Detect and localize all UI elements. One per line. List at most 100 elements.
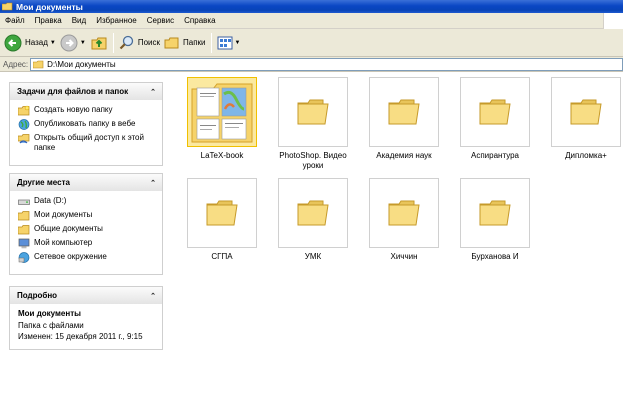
computer-icon: [18, 238, 30, 249]
windows-logo-area: [603, 13, 623, 29]
folder-thumbnail: [187, 178, 257, 248]
chevron-down-icon[interactable]: ▼: [235, 40, 241, 46]
place-network[interactable]: Сетевое окружение: [18, 252, 158, 263]
folder-icon: [479, 99, 511, 125]
folder-thumbnail: [369, 178, 439, 248]
new-folder-icon: [18, 105, 30, 116]
folder-icon: [388, 99, 420, 125]
folders-icon: [164, 37, 179, 48]
folder-label: Дипломка+: [565, 151, 607, 160]
folder-label: LaTeX-book: [200, 151, 244, 160]
place-label: Data (D:): [34, 196, 67, 205]
menu-tools[interactable]: Сервис: [142, 16, 179, 25]
folders-button[interactable]: Папки: [162, 32, 208, 54]
chevron-down-icon[interactable]: ▼: [50, 40, 56, 46]
folder-label: Хиччин: [390, 252, 418, 261]
folders-label: Папки: [183, 38, 206, 47]
folder-preview-icon: [191, 83, 253, 143]
search-label: Поиск: [137, 38, 160, 47]
collapse-icon[interactable]: ⌃: [150, 179, 156, 187]
folder-label: Бурханова И: [471, 252, 519, 261]
folder-item-burkhanova[interactable]: Бурханова И: [450, 178, 540, 262]
folder-item-hicchin[interactable]: Хиччин: [359, 178, 449, 262]
title-bar[interactable]: Мои документы: [0, 0, 623, 13]
task-pane: Задачи для файлов и папок ⌃ Создать нову…: [0, 72, 172, 418]
task-new-folder[interactable]: Создать новую папку: [18, 105, 158, 116]
web-publish-icon: [18, 119, 30, 130]
folder-icon: [297, 99, 329, 125]
folder-icon: [479, 200, 511, 226]
menu-edit[interactable]: Правка: [30, 16, 67, 25]
collapse-icon[interactable]: ⌃: [150, 88, 156, 96]
details-name: Мои документы: [18, 309, 81, 318]
folder-icon: [18, 211, 30, 221]
place-my-documents[interactable]: Мои документы: [18, 210, 158, 221]
folder-item-diploma[interactable]: Дипломка+: [541, 77, 623, 161]
search-button[interactable]: Поиск: [117, 32, 162, 54]
tasks-panel-title: Задачи для файлов и папок: [17, 87, 129, 96]
task-share-folder[interactable]: Открыть общий доступ к этой папке: [18, 133, 158, 153]
folder-item-academy[interactable]: Академия наук: [359, 77, 449, 161]
folder-label: УМК: [304, 252, 322, 261]
up-button[interactable]: [88, 32, 110, 54]
views-button[interactable]: ▼: [215, 32, 243, 54]
folder-thumbnail: [551, 77, 621, 147]
folder-icon: [33, 60, 44, 68]
folder-item-umk[interactable]: УМК: [268, 178, 358, 262]
folder-up-icon: [91, 37, 107, 49]
collapse-icon[interactable]: ⌃: [150, 292, 156, 300]
folder-label: Аспирантура: [470, 151, 519, 160]
back-arrow-icon: [4, 34, 22, 51]
details-modified: Изменен: 15 декабря 2011 г., 9:15: [18, 332, 143, 341]
task-label: Открыть общий доступ к этой папке: [34, 133, 144, 152]
task-label: Опубликовать папку в вебе: [34, 119, 136, 128]
task-publish-web[interactable]: Опубликовать папку в вебе: [18, 119, 158, 130]
task-label: Создать новую папку: [34, 105, 113, 114]
folder-thumbnail: [187, 77, 257, 147]
folder-item-latex-book[interactable]: LaTeX-book: [177, 77, 267, 161]
menu-help[interactable]: Справка: [179, 16, 220, 25]
details-panel-title: Подробно: [17, 291, 58, 300]
window-title: Мои документы: [16, 1, 83, 12]
folder-item-photoshop[interactable]: PhotoShop. Видео уроки: [268, 77, 358, 171]
folder-thumbnail: [278, 178, 348, 248]
network-icon: [18, 252, 30, 263]
back-button[interactable]: Назад ▼: [2, 32, 58, 54]
share-icon: [18, 134, 30, 144]
folder-icon: [388, 200, 420, 226]
folder-label: СГПА: [211, 252, 233, 261]
menu-favorites[interactable]: Избранное: [91, 16, 142, 25]
chevron-down-icon[interactable]: ▼: [80, 40, 86, 46]
place-my-computer[interactable]: Мой компьютер: [18, 238, 158, 249]
toolbar-separator: [112, 32, 114, 53]
places-panel-header[interactable]: Другие места ⌃: [9, 173, 163, 191]
back-label: Назад: [25, 38, 48, 47]
search-icon: [119, 35, 133, 49]
folder-icon: [570, 99, 602, 125]
folder-icon: [18, 225, 30, 235]
toolbar-separator: [210, 32, 212, 53]
folder-item-sgpa[interactable]: СГПА: [177, 178, 267, 262]
places-panel: Другие места ⌃ Data (D:) Мои документы О…: [9, 173, 163, 275]
folder-thumbnail: [460, 178, 530, 248]
details-panel: Подробно ⌃ Мои документы Папка с файлами…: [9, 286, 163, 350]
folder-icon: [206, 200, 238, 226]
folder-label: Академия наук: [376, 151, 432, 160]
forward-button[interactable]: ▼: [58, 32, 88, 54]
places-panel-title: Другие места: [17, 178, 70, 187]
menu-view[interactable]: Вид: [67, 16, 91, 25]
menu-file[interactable]: Файл: [0, 16, 30, 25]
tasks-panel-header[interactable]: Задачи для файлов и папок ⌃: [9, 82, 163, 100]
details-type: Папка с файлами: [18, 321, 84, 330]
address-input[interactable]: D:\Мои документы: [30, 57, 623, 71]
details-panel-header[interactable]: Подробно ⌃: [9, 286, 163, 304]
folder-icon: [297, 200, 329, 226]
forward-arrow-icon: [60, 34, 78, 51]
folder-item-postgrad[interactable]: Аспирантура: [450, 77, 540, 161]
place-data-drive[interactable]: Data (D:): [18, 196, 158, 207]
tasks-panel: Задачи для файлов и папок ⌃ Создать нову…: [9, 82, 163, 166]
folder-thumbnail: [278, 77, 348, 147]
toolbar: Назад ▼ ▼ Поиск Папки ▼: [0, 29, 623, 57]
place-shared-documents[interactable]: Общие документы: [18, 224, 158, 235]
place-label: Сетевое окружение: [34, 252, 107, 261]
